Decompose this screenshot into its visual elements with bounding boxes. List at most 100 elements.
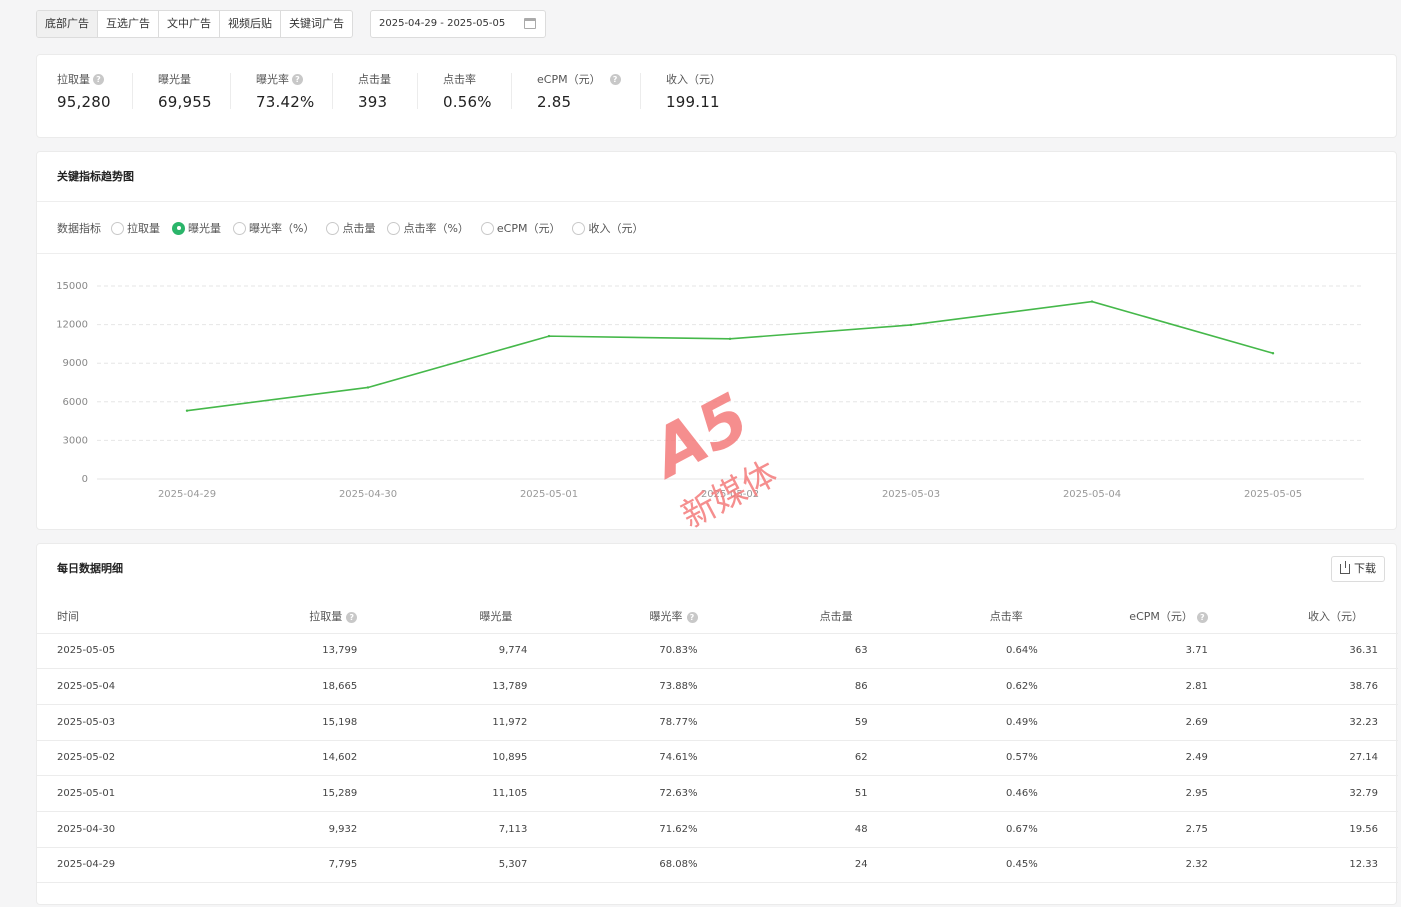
column-header: 收入（元） [1227, 599, 1398, 634]
radio-circle [480, 221, 494, 235]
column-header: 时间 [37, 599, 208, 634]
download-icon [1340, 561, 1350, 574]
table-cell: 9,774 [377, 633, 548, 670]
table-cell: 15,198 [207, 704, 378, 741]
divider [230, 73, 231, 109]
table-cell: 72.63% [547, 775, 718, 812]
metric-clicks: 点击量 393 [358, 71, 391, 111]
table-cell: 48 [717, 811, 888, 848]
divider [511, 73, 512, 109]
table-row: 2025-05-02 14,602 10,895 74.61% 62 0.57% 2.49 2… [37, 740, 1398, 777]
daily-detail-card: 每日数据明细 下载 时间 拉取量? 曝光量 曝光率? 点击量 点击率 eCPM（元）? 收入（… [36, 543, 1398, 905]
table-cell: 62 [717, 740, 888, 777]
table-row: 2025-04-29 7,795 5,307 68.08% 24 0.45% 2.32 12.… [37, 847, 1398, 884]
tab-mutual-ad[interactable]: 互选广告 [98, 11, 159, 37]
radio-circle [326, 221, 340, 235]
tab-keyword-ad[interactable]: 关键词广告 [281, 11, 352, 37]
data-point [1090, 300, 1094, 303]
radio-exposure-rate[interactable]: 曝光率（%） [233, 220, 314, 236]
radio-circle [172, 221, 185, 235]
y-tick-label: 12000 [56, 320, 88, 331]
table-cell: 2025-05-03 [37, 704, 208, 741]
y-tick-label: 6000 [63, 397, 88, 408]
help-icon[interactable]: ? [609, 73, 621, 85]
table-cell: 2.81 [1057, 668, 1228, 705]
radio-label: 拉取量 [127, 222, 160, 235]
table-cell: 71.62% [547, 811, 718, 848]
table-row: 2025-05-01 15,289 11,105 72.63% 51 0.46% 2.95 3… [37, 775, 1398, 812]
column-header-label: 收入（元） [1308, 609, 1363, 623]
daily-data-table: 时间 拉取量? 曝光量 曝光率? 点击量 点击率 eCPM（元）? 收入（元） 2025-05… [37, 599, 1398, 884]
table-cell: 2025-05-01 [37, 775, 208, 812]
table-cell: 0.62% [887, 668, 1058, 705]
metric-selector-label: 数据指标 [57, 222, 101, 235]
table-row: 2025-05-04 18,665 13,789 73.88% 86 0.62% 2.81 3… [37, 668, 1398, 705]
divider [640, 73, 641, 109]
tab-video-post-ad[interactable]: 视频后贴 [220, 11, 281, 37]
table-cell: 0.46% [887, 775, 1058, 812]
column-header: eCPM（元）? [1057, 599, 1228, 634]
radio-exposure[interactable]: 曝光量 [172, 220, 221, 236]
table-cell: 18,665 [207, 668, 378, 705]
help-icon[interactable]: ? [686, 611, 698, 623]
radio-label: 曝光量 [188, 222, 221, 235]
table-cell: 3.71 [1057, 633, 1228, 670]
table-cell: 0.45% [887, 847, 1058, 884]
tab-inline-ad[interactable]: 文中广告 [159, 11, 220, 37]
table-cell: 2025-05-04 [37, 668, 208, 705]
tab-bottom-ad[interactable]: 底部广告 [37, 11, 98, 37]
help-icon[interactable]: ? [93, 73, 104, 85]
metric-label: 拉取量 [57, 73, 90, 86]
table-cell: 2025-05-02 [37, 740, 208, 777]
table-cell: 15,289 [207, 775, 378, 812]
table-cell: 73.88% [547, 668, 718, 705]
a5-watermark-logo: A5 新媒体 [635, 378, 784, 536]
metric-value: 0.56% [443, 93, 492, 111]
table-cell: 2.32 [1057, 847, 1228, 884]
radio-pull[interactable]: 拉取量 [111, 220, 160, 236]
table-cell: 74.61% [547, 740, 718, 777]
metric-label: 曝光量 [158, 73, 191, 86]
table-row: 2025-05-03 15,198 11,972 78.77% 59 0.49% 2.69 3… [37, 704, 1398, 741]
date-range-picker[interactable]: 2025-04-29 - 2025-05-05 [370, 10, 546, 38]
radio-clicks[interactable]: 点击量 [326, 220, 375, 236]
table-cell: 5,307 [377, 847, 548, 884]
metric-value: 73.42% [256, 93, 315, 111]
table-cell: 13,799 [207, 633, 378, 670]
table-cell: 14,602 [207, 740, 378, 777]
data-point [366, 386, 370, 389]
download-label: 下载 [1354, 562, 1376, 575]
column-header-label: 点击量 [819, 609, 853, 623]
metric-radio-group: 数据指标 拉取量 曝光量 曝光率（%） 点击量 点击率（%） eCPM（元） 收… [57, 220, 655, 236]
divider [417, 73, 418, 109]
column-header-label: 点击率 [989, 609, 1023, 623]
metric-value: 95,280 [57, 93, 111, 111]
column-header-label: 曝光率 [649, 609, 683, 623]
radio-label: 点击率（%） [403, 222, 469, 235]
help-icon[interactable]: ? [292, 73, 303, 85]
radio-label: 收入（元） [588, 222, 644, 235]
metric-ecpm: eCPM（元）? 2.85 [537, 71, 621, 111]
metric-value: 199.11 [666, 93, 720, 111]
radio-ecpm[interactable]: eCPM（元） [480, 220, 561, 236]
column-header-label: 时间 [57, 609, 79, 623]
table-cell: 0.49% [887, 704, 1058, 741]
table-cell: 7,795 [207, 847, 378, 884]
divider [332, 73, 333, 109]
radio-circle [572, 221, 586, 235]
radio-ctr[interactable]: 点击率（%） [387, 220, 469, 236]
download-button[interactable]: 下载 [1331, 556, 1385, 582]
table-cell: 36.31 [1227, 633, 1398, 670]
table-cell: 0.64% [887, 633, 1058, 670]
radio-revenue[interactable]: 收入（元） [572, 220, 643, 236]
table-cell: 70.83% [547, 633, 718, 670]
x-tick-label: 2025-04-29 [158, 489, 216, 500]
table-cell: 2025-04-29 [37, 847, 208, 884]
help-icon[interactable]: ? [346, 611, 358, 623]
radio-circle [233, 221, 246, 235]
column-header: 点击率 [887, 599, 1058, 634]
help-icon[interactable]: ? [1196, 611, 1208, 623]
radio-label: eCPM（元） [496, 222, 561, 235]
table-body: 2025-05-05 13,799 9,774 70.83% 63 0.64% 3.71 36… [37, 633, 1398, 884]
table-cell: 2.49 [1057, 740, 1228, 777]
